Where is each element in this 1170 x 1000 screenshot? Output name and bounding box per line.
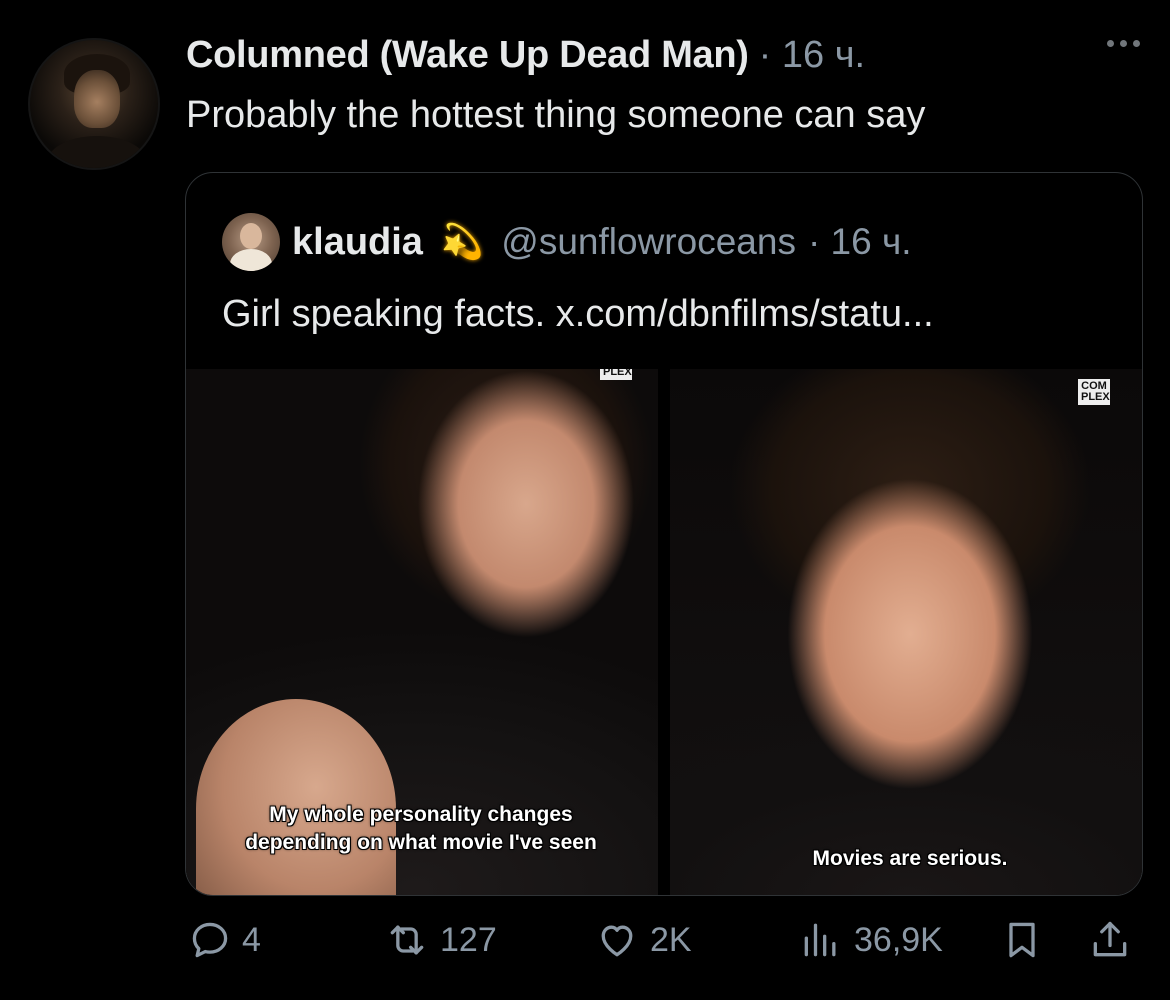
quoted-post-time[interactable]: · 16 ч. [808,221,912,263]
left-caption: My whole personality changes depending o… [245,803,597,854]
reply-count: 4 [242,920,261,959]
action-bar: 4 127 2K 36,9K [0,918,1170,978]
media-image-left[interactable]: PLEX My whole personality changes depend… [186,369,658,895]
author-name[interactable]: Columned (Wake Up Dead Man) [186,34,749,77]
right-caption: Movies are serious. [812,847,1008,870]
post-text: Probably the hottest thing someone can s… [186,94,926,136]
like-button[interactable]: 2K [594,918,692,962]
quoted-media[interactable]: PLEX My whole personality changes depend… [186,369,1142,895]
views-chart-icon [804,923,836,957]
reply-icon [192,922,228,958]
quoted-author-name[interactable]: klaudia [292,221,423,264]
post-time[interactable]: · 16 ч. [759,34,865,77]
bookmark-button[interactable] [1000,918,1044,962]
quoted-author-handle[interactable]: @sunflowroceans [501,221,796,263]
dizzy-emoji-icon: 💫 [440,223,484,261]
like-count: 2K [650,920,692,959]
heart-icon [601,925,633,957]
quoted-post[interactable]: klaudia 💫 @sunflowroceans · 16 ч. Girl s… [185,172,1143,896]
post-header: Columned (Wake Up Dead Man) · 16 ч. [186,34,865,84]
quoted-avatar[interactable] [222,213,280,271]
quoted-post-text: Girl speaking facts. x.com/dbnfilms/stat… [222,293,934,335]
repost-count: 127 [440,920,497,959]
repost-button[interactable]: 127 [384,918,497,962]
share-button[interactable] [1088,918,1132,962]
quoted-post-header: klaudia 💫 @sunflowroceans · 16 ч. [222,213,912,271]
post-avatar[interactable] [28,38,160,170]
bookmark-icon [1009,922,1035,958]
views-count: 36,9K [854,920,943,959]
image-shoulder [196,699,396,895]
repost-icon [390,925,424,955]
complex-watermark: COM PLEX [1078,379,1110,405]
media-image-right[interactable]: COM PLEX Movies are serious. [670,369,1142,895]
share-icon [1093,921,1127,957]
avatar-face [74,70,120,128]
complex-watermark: PLEX [600,369,632,380]
avatar-body [48,136,146,168]
views-button[interactable]: 36,9K [798,918,943,962]
more-horizontal-icon[interactable] [1107,40,1140,47]
reply-button[interactable]: 4 [188,918,261,962]
